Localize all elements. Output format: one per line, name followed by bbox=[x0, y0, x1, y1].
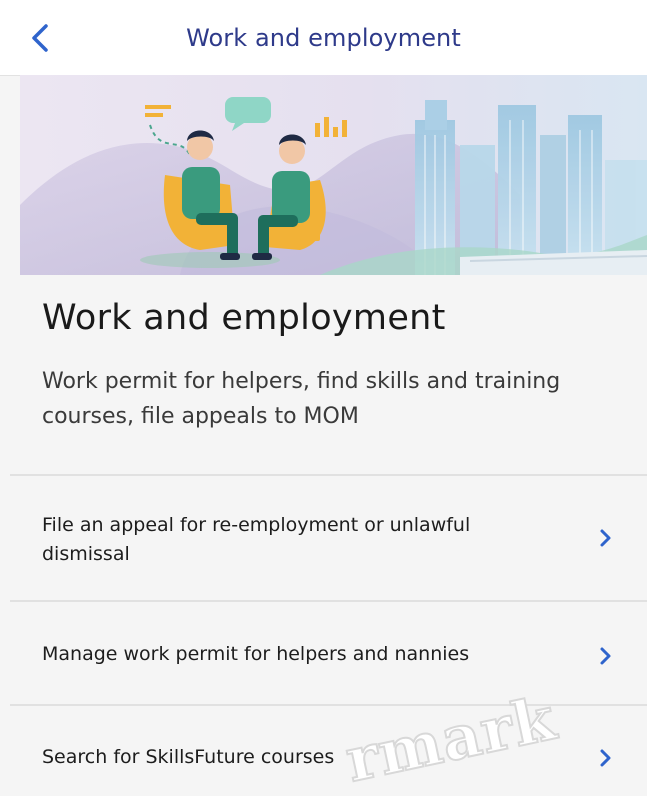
chevron-right-icon bbox=[600, 647, 611, 665]
service-item-skillsfuture[interactable]: Search for SkillsFuture courses bbox=[0, 706, 647, 796]
chevron-right-icon bbox=[600, 749, 611, 767]
top-nav-bar: Work and employment bbox=[0, 0, 647, 76]
page-description: Work permit for helpers, find skills and… bbox=[42, 369, 561, 429]
service-item-label: File an appeal for re-employment or unla… bbox=[42, 514, 471, 565]
service-item-label: Manage work permit for helpers and nanni… bbox=[42, 643, 470, 665]
service-item-label: Search for SkillsFuture courses bbox=[42, 746, 335, 768]
page-heading: Work and employment bbox=[42, 298, 446, 338]
service-item-file-appeal[interactable]: File an appeal for re-employment or unla… bbox=[0, 476, 647, 600]
chevron-right-icon bbox=[600, 529, 611, 547]
nav-title: Work and employment bbox=[186, 23, 461, 52]
hero-illustration bbox=[20, 75, 647, 275]
service-item-work-permit[interactable]: Manage work permit for helpers and nanni… bbox=[0, 602, 647, 704]
